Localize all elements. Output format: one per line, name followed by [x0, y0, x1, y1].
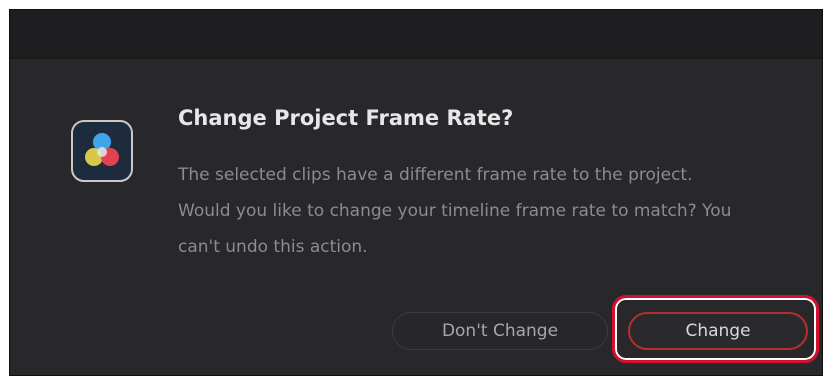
dont-change-button[interactable]: Don't Change: [392, 312, 608, 350]
highlight-annotation: [612, 295, 819, 363]
davinci-resolve-app-icon: [71, 120, 133, 182]
dialog-title: Change Project Frame Rate?: [178, 106, 514, 130]
title-bar: [10, 10, 822, 59]
dialog-message: The selected clips have a different fram…: [178, 165, 732, 257]
